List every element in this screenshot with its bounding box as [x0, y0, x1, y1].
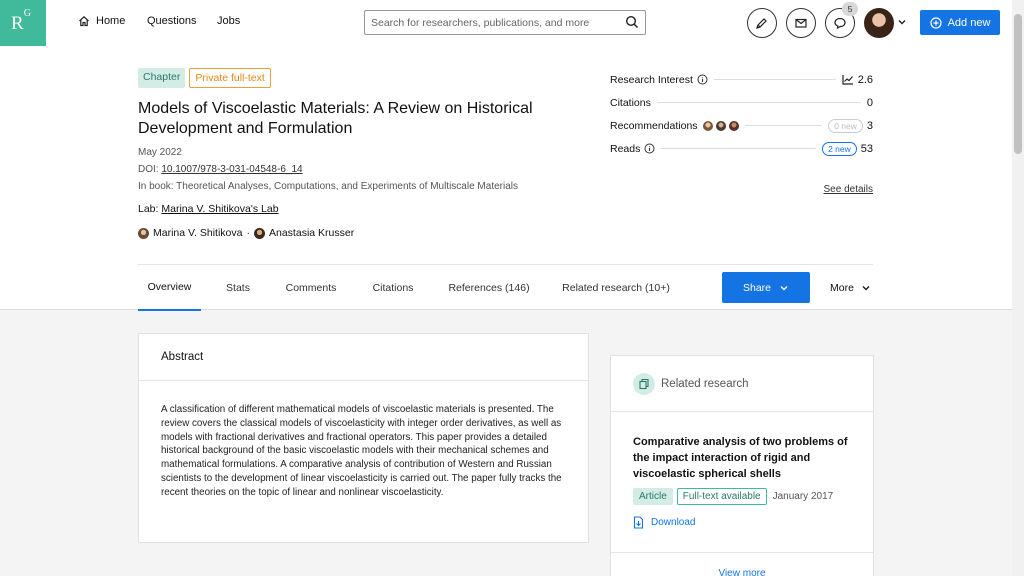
recommendations-row: Recommendations 0 new 3	[610, 114, 873, 137]
publication-badges: Chapter Private full-text	[138, 68, 271, 88]
lab-label: Lab:	[138, 203, 159, 215]
nav-questions-link[interactable]: Questions	[147, 15, 197, 27]
publication-stats: Research Interest 2.6 Citations 0 Recomm…	[610, 68, 873, 196]
tab-overview[interactable]: Overview	[138, 265, 201, 311]
logo-sup: G	[23, 7, 31, 19]
author-avatar[interactable]	[254, 227, 265, 239]
access-badge: Private full-text	[189, 68, 271, 88]
chevron-down-icon	[780, 285, 788, 290]
publication-tabs: Overview Stats Comments Citations Refere…	[138, 264, 873, 311]
recommendations-value: 3	[866, 119, 873, 132]
citations-value: 0	[866, 96, 873, 109]
publication-book: In book: Theoretical Analyses, Computati…	[138, 181, 518, 192]
tab-related-research[interactable]: Related research (10+)	[561, 265, 671, 311]
logo-letter: R	[11, 13, 24, 34]
page-scrollbar[interactable]	[1012, 0, 1024, 576]
doi-link[interactable]: 10.1007/978-3-031-04548-6_14	[161, 164, 302, 175]
trend-chart-icon	[842, 75, 853, 85]
author-avatar[interactable]	[138, 227, 149, 239]
document-download-icon	[633, 516, 644, 529]
publication-title: Models of Viscoelastic Materials: A Revi…	[138, 100, 533, 137]
research-interest-label: Research Interest	[610, 73, 693, 86]
chevron-down-icon	[862, 285, 870, 291]
author-name[interactable]: Anastasia Krusser	[269, 227, 354, 239]
share-label: Share	[742, 281, 772, 294]
user-avatar[interactable]	[864, 8, 894, 38]
publication-date: May 2022	[138, 147, 182, 158]
messages-button[interactable]	[786, 8, 816, 38]
related-item-badges: Article Full-text available January 2017	[633, 488, 833, 505]
divider	[611, 552, 873, 553]
abstract-heading: Abstract	[139, 334, 588, 381]
related-item-type-badge: Article	[633, 488, 673, 505]
chat-bubble-icon	[834, 17, 846, 30]
author-separator: ·	[246, 227, 251, 239]
home-icon	[79, 15, 89, 27]
see-details-link[interactable]: See details	[824, 184, 873, 195]
related-item-date: January 2017	[772, 491, 834, 502]
megaphone-icon	[756, 18, 767, 29]
nav-home-link[interactable]: Home	[78, 15, 125, 27]
publication-doi: DOI: 10.1007/978-3-031-04548-6_14	[138, 164, 303, 175]
chevron-down-icon[interactable]	[897, 17, 907, 27]
view-more-link[interactable]: View more	[611, 568, 873, 576]
nav-questions-label: Questions	[147, 15, 197, 27]
search-box	[364, 10, 646, 35]
lab-link[interactable]: Marina V. Shitikova's Lab	[161, 203, 278, 215]
author-list: Marina V. Shitikova · Anastasia Krusser	[138, 227, 354, 239]
copy-icon	[633, 372, 655, 395]
related-item-title[interactable]: Comparative analysis of two problems of …	[633, 434, 848, 482]
abstract-text: A classification of different mathematic…	[161, 404, 562, 498]
recommender-avatar[interactable]	[702, 120, 713, 131]
citations-row: Citations 0	[610, 91, 873, 114]
nav-jobs-label: Jobs	[217, 15, 241, 27]
related-research-heading: Related research	[661, 377, 749, 390]
search-input[interactable]	[365, 11, 605, 34]
share-button[interactable]: Share	[722, 272, 810, 303]
nav-home-label: Home	[96, 15, 126, 27]
publication-header: Chapter Private full-text Models of Visc…	[0, 46, 1012, 311]
doi-label: DOI:	[138, 164, 159, 175]
author-name[interactable]: Marina V. Shitikova	[153, 227, 243, 239]
reads-label: Reads	[610, 142, 641, 155]
tab-citations[interactable]: Citations	[364, 265, 422, 311]
related-research-card: Related research Comparative analysis of…	[610, 355, 874, 576]
recommender-avatar[interactable]	[728, 120, 739, 131]
publication-lab: Lab: Marina V. Shitikova's Lab	[138, 203, 279, 215]
mail-icon	[795, 18, 807, 28]
researchgate-logo[interactable]: RG	[0, 0, 46, 46]
nav-jobs-link[interactable]: Jobs	[217, 15, 240, 27]
reads-row: Reads 2 new 53	[610, 137, 873, 160]
abstract-card: Abstract A classification of different m…	[138, 333, 589, 543]
recommender-avatar[interactable]	[715, 120, 726, 131]
info-icon[interactable]	[697, 74, 708, 85]
info-icon[interactable]	[644, 143, 655, 154]
plus-circle-icon	[929, 16, 942, 29]
related-item-download-link[interactable]: Download	[633, 516, 695, 529]
related-item-access-badge: Full-text available	[676, 488, 767, 505]
top-nav: RG Home Questions Jobs 5 Add new	[0, 0, 1012, 46]
more-button[interactable]: More	[830, 265, 871, 311]
search-icon[interactable]	[625, 15, 639, 29]
tab-references[interactable]: References (146)	[445, 265, 533, 311]
scrollbar-thumb[interactable]	[1014, 14, 1022, 154]
ask-button[interactable]	[747, 8, 777, 38]
recommendations-new-badge: 0 new	[828, 118, 863, 133]
related-research-header: Related research	[611, 356, 873, 412]
tab-comments[interactable]: Comments	[280, 265, 342, 311]
notifications-badge: 5	[842, 2, 858, 16]
research-interest-value: 2.6	[857, 73, 873, 86]
download-label: Download	[651, 517, 696, 528]
tab-stats[interactable]: Stats	[216, 265, 260, 311]
research-interest-row: Research Interest 2.6	[610, 68, 873, 91]
citations-label: Citations	[610, 96, 651, 109]
add-new-button[interactable]: Add new	[920, 10, 1000, 35]
reads-value: 53	[860, 142, 873, 155]
reads-new-badge: 2 new	[822, 141, 857, 156]
add-new-label: Add new	[947, 16, 991, 29]
type-badge: Chapter	[138, 68, 186, 88]
more-label: More	[830, 282, 854, 294]
recommendations-label: Recommendations	[610, 119, 698, 132]
